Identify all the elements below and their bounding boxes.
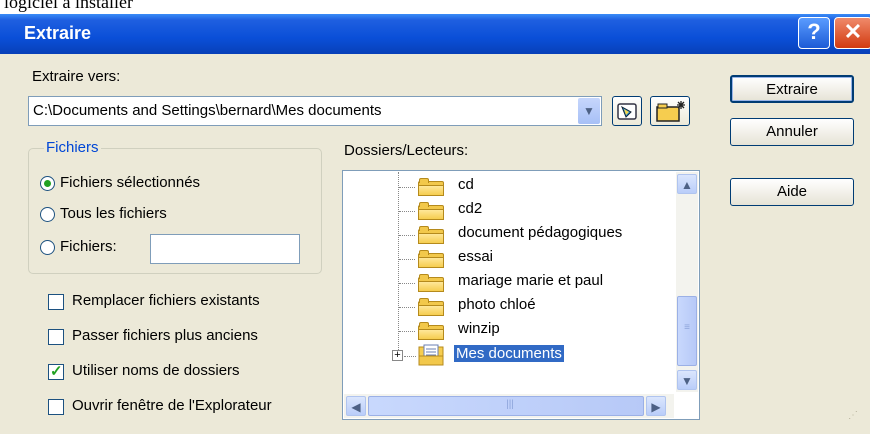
documents-folder-icon: [418, 344, 446, 366]
radio-selected-files[interactable]: [40, 176, 55, 191]
documents-folder-svg: [418, 344, 444, 366]
chevron-down-icon[interactable]: ▼: [578, 98, 600, 124]
radio-label-all-files[interactable]: Tous les fichiers: [60, 205, 167, 222]
help-titlebar-button[interactable]: ?: [798, 17, 830, 49]
tree-connector: [399, 283, 415, 284]
new-folder-button[interactable]: [650, 96, 690, 126]
tree-connector: [399, 211, 415, 212]
background-text: logiciel à installer: [4, 0, 133, 12]
extract-button[interactable]: Extraire: [730, 75, 854, 103]
tree-connector: [399, 259, 415, 260]
window-title: Extraire: [24, 23, 92, 43]
radio-all-files[interactable]: [40, 207, 55, 222]
question-icon: ?: [807, 19, 821, 44]
folder-icon: [418, 178, 444, 196]
extract-to-label: Extraire vers:: [32, 68, 121, 85]
checkbox-label-skip-older[interactable]: Passer fichiers plus anciens: [72, 327, 258, 344]
tree-item-label[interactable]: cd2: [458, 200, 482, 217]
grip-icon: |||: [506, 399, 514, 410]
folder-icon: [418, 202, 444, 220]
checkbox-open-explorer[interactable]: [48, 399, 64, 415]
up-folder-button[interactable]: [612, 96, 642, 126]
checkbox-skip-older[interactable]: [48, 329, 64, 345]
checkbox-label-overwrite[interactable]: Remplacer fichiers existants: [72, 292, 260, 309]
tree-item-label[interactable]: winzip: [458, 320, 500, 337]
checkmark-icon: ✓: [50, 363, 63, 380]
tree-item-label[interactable]: essai: [458, 248, 493, 265]
resize-grip-icon[interactable]: ⋰: [848, 410, 858, 421]
folder-icon: [418, 250, 444, 268]
files-group-title: Fichiers: [44, 139, 101, 156]
tree-connector: [404, 356, 416, 357]
folder-icon: [418, 298, 444, 316]
new-folder-icon: [656, 101, 685, 122]
tree-connector: [399, 331, 415, 332]
scroll-right-button[interactable]: ▶: [646, 396, 666, 416]
folder-icon: [418, 322, 444, 340]
folders-label: Dossiers/Lecteurs:: [344, 142, 469, 159]
grip-icon: ≡: [684, 322, 690, 333]
radio-label-pattern-files[interactable]: Fichiers:: [60, 238, 117, 255]
tree-item-label[interactable]: mariage marie et paul: [458, 272, 603, 289]
help-button[interactable]: Aide: [730, 178, 854, 206]
folder-icon: [418, 274, 444, 292]
files-pattern-input[interactable]: [150, 234, 300, 264]
tree-connector: [399, 187, 415, 188]
up-folder-icon: [617, 103, 637, 120]
tree-item-label[interactable]: cd: [458, 176, 474, 193]
folder-icon: [418, 226, 444, 244]
tree-item-label[interactable]: document pédagogiques: [458, 224, 622, 241]
background-document-fragment: logiciel à installer: [0, 0, 870, 14]
tree-connector: [399, 307, 415, 308]
radio-dot: [44, 180, 51, 187]
close-button[interactable]: ✕: [834, 17, 870, 49]
checkbox-label-open-explorer[interactable]: Ouvrir fenêtre de l'Explorateur: [72, 397, 272, 414]
destination-combobox[interactable]: C:\Documents and Settings\bernard\Mes do…: [28, 96, 602, 126]
scroll-up-button[interactable]: ▲: [677, 174, 697, 194]
radio-label-selected-files[interactable]: Fichiers sélectionnés: [60, 174, 200, 191]
folders-tree[interactable]: [342, 170, 700, 420]
plus-box-icon[interactable]: +: [392, 350, 403, 361]
close-icon: ✕: [843, 19, 863, 44]
destination-path: C:\Documents and Settings\bernard\Mes do…: [33, 102, 382, 119]
tree-item-selected[interactable]: Mes documents: [454, 345, 564, 362]
scroll-down-button[interactable]: ▼: [677, 370, 697, 390]
scroll-left-button[interactable]: ◀: [346, 396, 366, 416]
tree-connector: [399, 235, 415, 236]
checkbox-label-use-folder-names[interactable]: Utiliser noms de dossiers: [72, 362, 240, 379]
radio-pattern-files[interactable]: [40, 240, 55, 255]
cancel-button[interactable]: Annuler: [730, 118, 854, 146]
checkbox-use-folder-names[interactable]: ✓: [48, 363, 64, 380]
tree-item-label[interactable]: photo chloé: [458, 296, 536, 313]
checkbox-overwrite[interactable]: [48, 294, 64, 310]
title-bar[interactable]: [0, 14, 870, 54]
